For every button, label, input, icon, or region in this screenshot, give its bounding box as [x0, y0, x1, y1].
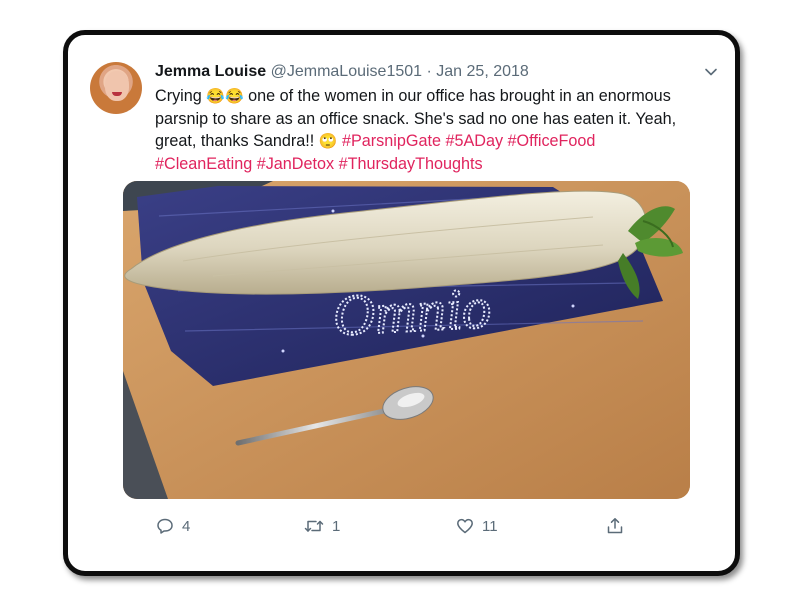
hashtag-link[interactable]: #JanDetox: [257, 155, 334, 173]
header-separator: ·: [426, 63, 432, 80]
tweet-text-segment: great, thanks Sandra!!: [155, 132, 319, 150]
tweet-actions: 4 1 11: [68, 513, 735, 541]
tweet-date[interactable]: Jan 25, 2018: [436, 63, 529, 80]
eye-roll-emoji: 🙄: [318, 133, 338, 150]
heart-icon: [457, 518, 473, 534]
tweet[interactable]: Jemma Louise @JemmaLouise1501 · Jan 25, …: [68, 35, 735, 571]
chevron-down-icon[interactable]: [704, 65, 718, 79]
hashtag-link[interactable]: #OfficeFood: [508, 132, 596, 150]
tweet-text: Crying 😂😂 one of the women in our office…: [155, 85, 725, 175]
tweet-photo[interactable]: Omnio: [123, 181, 690, 499]
tweet-card-frame: Jemma Louise @JemmaLouise1501 · Jan 25, …: [63, 30, 740, 576]
like-count: 11: [482, 517, 498, 535]
reply-button[interactable]: 4: [156, 513, 190, 539]
tweet-text-segment: one of the women in our office has broug…: [243, 87, 671, 105]
retweet-count: 1: [332, 517, 341, 535]
share-button[interactable]: [606, 513, 624, 539]
share-icon: [607, 518, 623, 534]
like-button[interactable]: 11: [456, 513, 498, 539]
tweet-header: Jemma Louise @JemmaLouise1501 · Jan 25, …: [155, 63, 675, 85]
author-handle[interactable]: @JemmaLouise1501: [271, 63, 422, 80]
hashtag-link[interactable]: #CleanEating: [155, 155, 252, 173]
author-name[interactable]: Jemma Louise: [155, 63, 266, 80]
avatar[interactable]: [90, 62, 142, 114]
tweet-text-line-4: #CleanEating #JanDetox #ThursdayThoughts: [155, 153, 725, 175]
reply-icon: [157, 518, 173, 534]
retweet-icon: [304, 520, 324, 532]
laughing-emoji: 😂😂: [206, 88, 244, 105]
reply-count: 4: [182, 517, 191, 535]
retweet-button[interactable]: 1: [304, 513, 340, 539]
hashtag-link[interactable]: #5ADay: [445, 132, 503, 150]
parsnip-photo-illustration: Omnio: [123, 181, 690, 499]
hashtag-link[interactable]: #ThursdayThoughts: [339, 155, 483, 173]
avatar-face: [105, 71, 129, 101]
tweet-text-line-1: Crying 😂😂 one of the women in our office…: [155, 85, 725, 108]
tweet-text-segment: Crying: [155, 87, 207, 105]
hashtag-link[interactable]: #ParsnipGate: [342, 132, 441, 150]
tweet-text-line-3: great, thanks Sandra!! 🙄 #ParsnipGate #5…: [155, 130, 725, 153]
tweet-text-line-2: parsnip to share as an office snack. She…: [155, 110, 677, 128]
